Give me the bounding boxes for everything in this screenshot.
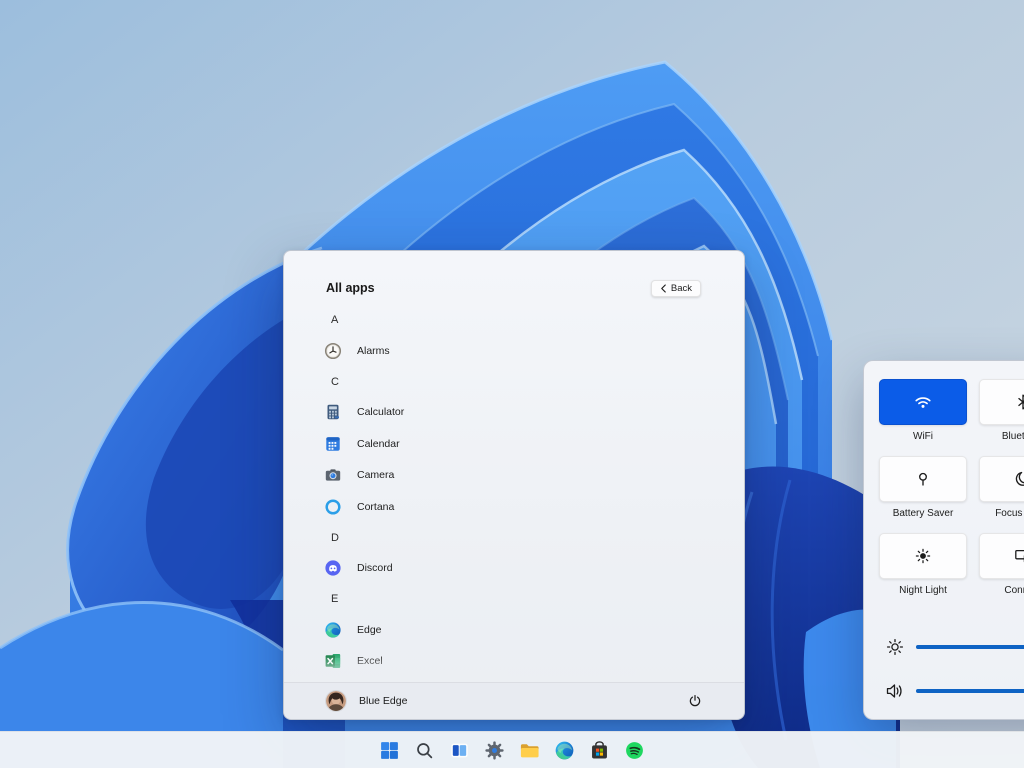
battery-saver-cell: Battery Saver bbox=[879, 456, 967, 519]
app-label: Calculator bbox=[357, 406, 404, 418]
back-button-label: Back bbox=[671, 283, 692, 294]
app-label: Camera bbox=[357, 469, 394, 481]
app-label: Edge bbox=[357, 624, 382, 636]
alarms-icon bbox=[324, 342, 342, 360]
focus-assist-label: Focus assist bbox=[979, 508, 1024, 519]
connect-label: Connect bbox=[979, 585, 1024, 596]
night-light-icon bbox=[913, 546, 933, 566]
night-light-tile[interactable] bbox=[879, 533, 967, 579]
taskbar-icons bbox=[372, 735, 652, 765]
store-icon bbox=[589, 740, 610, 761]
wifi-tile[interactable] bbox=[879, 379, 967, 425]
all-apps-list: A Alarms C Calculator Calendar Camera Cortana D… bbox=[324, 305, 728, 677]
task-view-icon bbox=[449, 740, 470, 761]
volume-slider[interactable] bbox=[916, 689, 1024, 693]
app-item-calendar[interactable]: Calendar bbox=[324, 428, 728, 460]
excel-icon bbox=[324, 652, 342, 670]
power-button[interactable] bbox=[682, 688, 708, 714]
search-button[interactable] bbox=[407, 735, 442, 765]
start-button[interactable] bbox=[372, 735, 407, 765]
start-icon bbox=[379, 740, 400, 761]
focus-assist-icon bbox=[1013, 469, 1024, 489]
wifi-cell: WiFi bbox=[879, 379, 967, 442]
quick-settings-grid: WiFi Bluetooth Battery Saver Focus assist Ni… bbox=[879, 379, 1024, 596]
app-item-discord[interactable]: Discord bbox=[324, 553, 728, 585]
start-menu-footer: Blue Edge bbox=[284, 682, 744, 719]
section-letter-e[interactable]: E bbox=[324, 584, 728, 614]
app-item-camera[interactable]: Camera bbox=[324, 460, 728, 492]
settings-icon bbox=[484, 740, 505, 761]
spotify-icon bbox=[624, 740, 645, 761]
connect-tile[interactable] bbox=[979, 533, 1024, 579]
brightness-slider-row bbox=[884, 635, 1024, 659]
app-item-calculator[interactable]: Calculator bbox=[324, 397, 728, 429]
camera-icon bbox=[324, 466, 342, 484]
bluetooth-tile[interactable] bbox=[979, 379, 1024, 425]
night-light-label: Night Light bbox=[879, 585, 967, 596]
discord-icon bbox=[324, 559, 342, 577]
quick-settings-panel: WiFi Bluetooth Battery Saver Focus assist Ni… bbox=[863, 360, 1024, 720]
app-item-edge[interactable]: Edge bbox=[324, 614, 728, 646]
focus-assist-cell: Focus assist bbox=[979, 456, 1024, 519]
store-button[interactable] bbox=[582, 735, 617, 765]
app-item-alarms[interactable]: Alarms bbox=[324, 335, 728, 367]
section-letter-a[interactable]: A bbox=[324, 305, 728, 335]
section-letter-d[interactable]: D bbox=[324, 523, 728, 553]
app-label: Alarms bbox=[357, 345, 390, 357]
task-view-button[interactable] bbox=[442, 735, 477, 765]
brightness-icon bbox=[884, 636, 906, 658]
edge-icon bbox=[554, 740, 575, 761]
wifi-icon bbox=[913, 392, 933, 412]
calculator-icon bbox=[324, 403, 342, 421]
volume-icon bbox=[884, 680, 906, 702]
settings-button[interactable] bbox=[477, 735, 512, 765]
connect-cell: Connect bbox=[979, 533, 1024, 596]
volume-slider-row bbox=[884, 679, 1024, 703]
file-explorer-button[interactable] bbox=[512, 735, 547, 765]
file-explorer-icon bbox=[519, 740, 540, 761]
all-apps-title: All apps bbox=[326, 281, 375, 295]
brightness-slider[interactable] bbox=[916, 645, 1024, 649]
app-item-excel[interactable]: Excel bbox=[324, 646, 728, 678]
bluetooth-icon bbox=[1013, 392, 1024, 412]
power-icon bbox=[688, 694, 702, 708]
focus-assist-tile[interactable] bbox=[979, 456, 1024, 502]
volume-slider-fill bbox=[916, 689, 1024, 693]
start-menu-panel: All apps Back A Alarms C Calculator Calendar… bbox=[283, 250, 745, 720]
chevron-left-icon bbox=[660, 284, 667, 293]
edge-icon bbox=[324, 621, 342, 639]
battery-saver-label: Battery Saver bbox=[879, 508, 967, 519]
bluetooth-cell: Bluetooth bbox=[979, 379, 1024, 442]
battery-saver-icon bbox=[913, 469, 933, 489]
edge-button[interactable] bbox=[547, 735, 582, 765]
spotify-button[interactable] bbox=[617, 735, 652, 765]
wifi-label: WiFi bbox=[879, 431, 967, 442]
bluetooth-label: Bluetooth bbox=[979, 431, 1024, 442]
app-item-cortana[interactable]: Cortana bbox=[324, 491, 728, 523]
calendar-icon bbox=[324, 435, 342, 453]
brightness-slider-fill bbox=[916, 645, 1024, 649]
night-light-cell: Night Light bbox=[879, 533, 967, 596]
desktop: All apps Back A Alarms C Calculator Calendar… bbox=[0, 0, 1024, 768]
connect-icon bbox=[1013, 546, 1024, 566]
section-letter-c[interactable]: C bbox=[324, 367, 728, 397]
app-label: Excel bbox=[357, 655, 383, 667]
quick-settings-sliders bbox=[884, 635, 1024, 723]
taskbar bbox=[0, 731, 1024, 768]
back-button[interactable]: Back bbox=[651, 280, 701, 297]
user-name: Blue Edge bbox=[359, 695, 407, 707]
battery-saver-tile[interactable] bbox=[879, 456, 967, 502]
cortana-icon bbox=[324, 498, 342, 516]
app-label: Cortana bbox=[357, 501, 394, 513]
app-label: Discord bbox=[357, 562, 393, 574]
app-label: Calendar bbox=[357, 438, 400, 450]
user-avatar[interactable] bbox=[326, 691, 346, 711]
search-icon bbox=[414, 740, 435, 761]
